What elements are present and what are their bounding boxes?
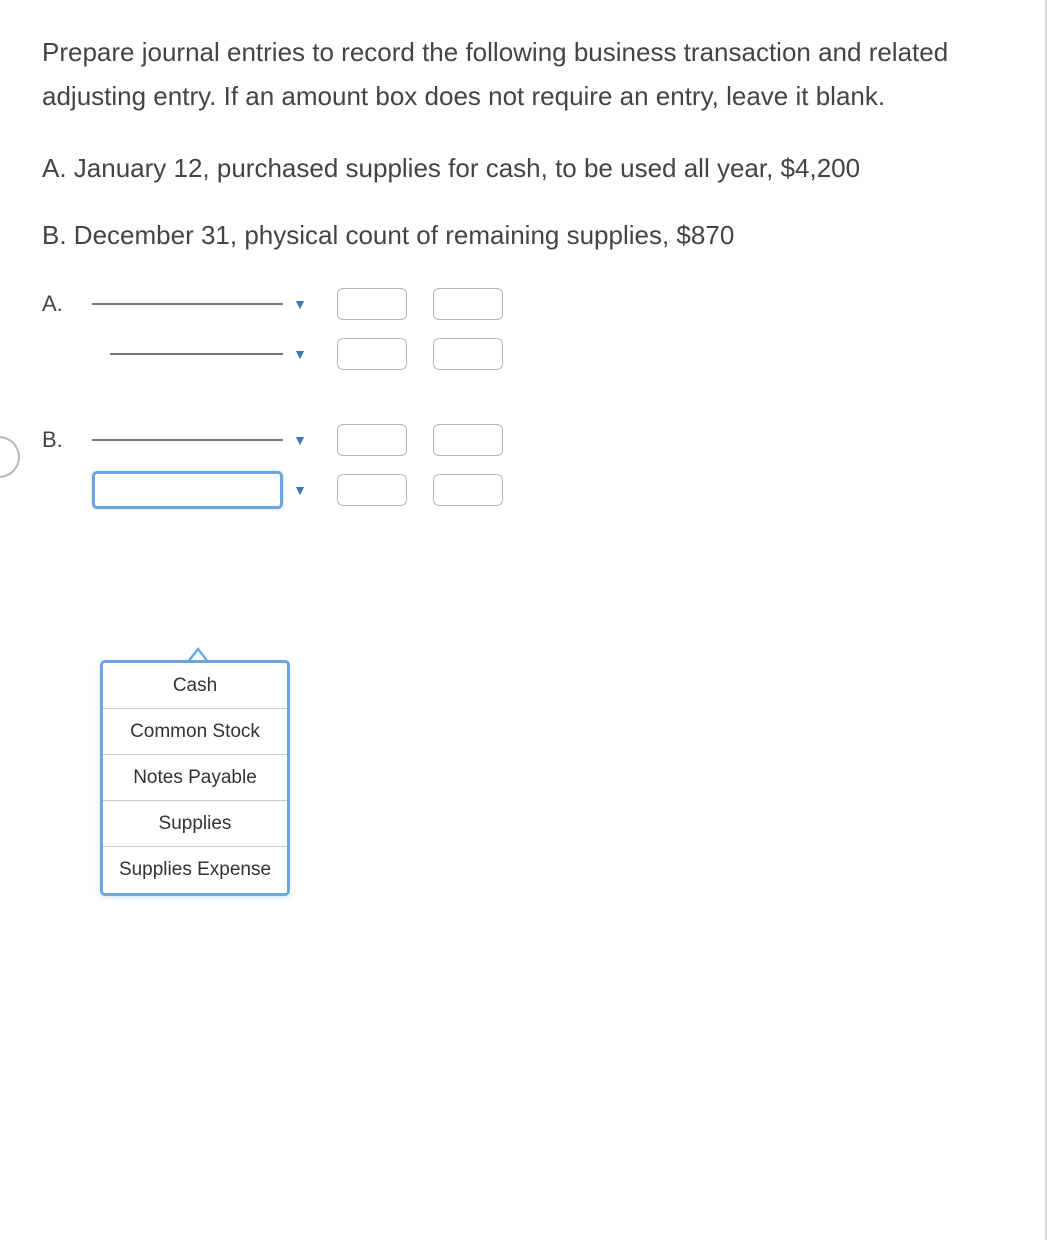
dropdown-line (92, 439, 283, 441)
dropdown-arrow-icon[interactable]: ▼ (293, 346, 307, 362)
dropdown-pointer-icon (188, 647, 208, 660)
entry-b-row2-debit-input[interactable] (337, 474, 407, 506)
dropdown-line (110, 353, 283, 355)
entry-a-row1-debit-input[interactable] (337, 288, 407, 320)
dropdown-option[interactable]: Notes Payable (103, 755, 287, 801)
dropdown-line (92, 303, 283, 305)
dropdown-option[interactable]: Supplies (103, 801, 287, 847)
entry-b-row2-account-dropdown[interactable]: ▼ (92, 471, 307, 509)
entry-b-row1-credit-input[interactable] (433, 424, 503, 456)
entry-a-row2-account-dropdown[interactable]: ▼ (92, 346, 307, 362)
entry-a-row1-credit-input[interactable] (433, 288, 503, 320)
entry-a-row1-account-dropdown[interactable]: ▼ (92, 296, 307, 312)
hint-bubble-icon (0, 436, 20, 478)
entry-a-row1: A. ▼ (42, 279, 1015, 329)
entry-b: B. ▼ ▼ (42, 415, 1015, 515)
dropdown-active-box[interactable] (92, 471, 283, 509)
account-dropdown-list[interactable]: Cash Common Stock Notes Payable Supplies… (100, 660, 290, 896)
transaction-a-text: A. January 12, purchased supplies for ca… (42, 146, 1015, 190)
entry-b-row2-credit-input[interactable] (433, 474, 503, 506)
entry-a-row2-credit-input[interactable] (433, 338, 503, 370)
entry-a-row2: ▼ (42, 329, 1015, 379)
dropdown-arrow-icon[interactable]: ▼ (293, 482, 307, 498)
dropdown-arrow-icon[interactable]: ▼ (293, 296, 307, 312)
entry-b-row1-debit-input[interactable] (337, 424, 407, 456)
entry-b-row1: B. ▼ (42, 415, 1015, 465)
transaction-b-text: B. December 31, physical count of remain… (42, 213, 1015, 257)
entry-a: A. ▼ ▼ (42, 279, 1015, 379)
entry-b-row1-account-dropdown[interactable]: ▼ (92, 432, 307, 448)
entry-a-row2-debit-input[interactable] (337, 338, 407, 370)
entries-area: A. ▼ ▼ (42, 279, 1015, 515)
entry-b-label: B. (42, 427, 92, 453)
page-container: Prepare journal entries to record the fo… (0, 0, 1047, 1240)
entry-a-label: A. (42, 291, 92, 317)
dropdown-option[interactable]: Supplies Expense (103, 847, 287, 893)
instructions-text: Prepare journal entries to record the fo… (42, 30, 1015, 118)
dropdown-option[interactable]: Cash (103, 663, 287, 709)
entry-b-row2: ▼ (42, 465, 1015, 515)
dropdown-arrow-icon[interactable]: ▼ (293, 432, 307, 448)
dropdown-option[interactable]: Common Stock (103, 709, 287, 755)
